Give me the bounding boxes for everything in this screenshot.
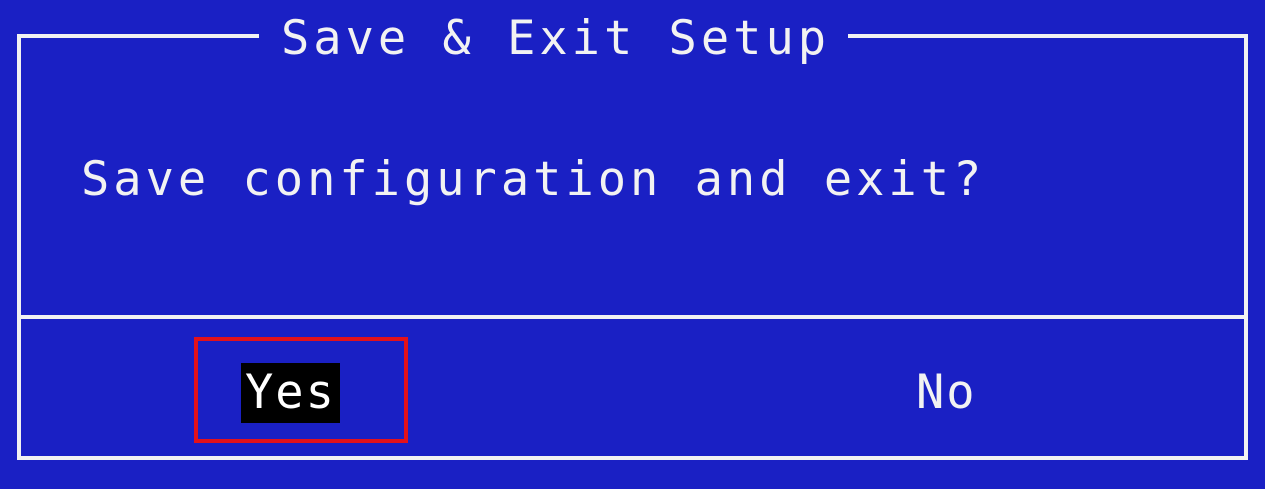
dialog-divider — [21, 315, 1244, 319]
selection-highlight-box — [194, 337, 408, 443]
dialog-message: Save configuration and exit? — [81, 152, 986, 207]
dialog-title: Save & Exit Setup — [259, 12, 849, 66]
no-button[interactable]: No — [912, 363, 981, 423]
